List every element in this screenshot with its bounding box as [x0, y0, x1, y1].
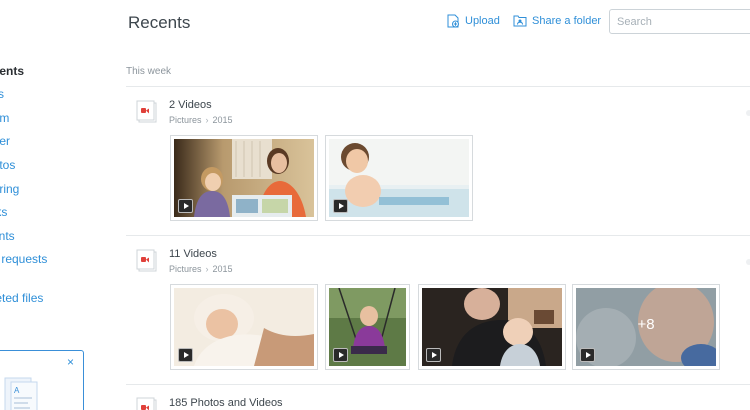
- upsell-card: × A: [0, 350, 84, 410]
- upload-label: Upload: [465, 15, 500, 27]
- breadcrumb-item[interactable]: 2015: [213, 264, 233, 274]
- sidebar-item-sharing[interactable]: haring: [0, 182, 19, 196]
- divider: [126, 235, 750, 236]
- video-preview: [422, 288, 562, 366]
- video-thumbnail[interactable]: [170, 135, 318, 221]
- file-upload-icon: [447, 14, 459, 28]
- group-title[interactable]: 185 Photos and Videos: [169, 397, 283, 409]
- more-options-icon[interactable]: [746, 259, 750, 265]
- divider: [126, 86, 750, 87]
- video-thumbnail[interactable]: [418, 284, 566, 370]
- play-icon: [178, 199, 193, 213]
- close-icon[interactable]: ×: [67, 356, 74, 368]
- play-icon: [178, 348, 193, 362]
- video-preview: [174, 288, 314, 366]
- sidebar-item-photos[interactable]: hotos: [0, 158, 15, 172]
- group-title[interactable]: 11 Videos: [169, 248, 217, 260]
- share-folder-button[interactable]: Share a folder: [513, 14, 601, 27]
- video-file-icon[interactable]: [136, 397, 158, 410]
- upload-button[interactable]: Upload: [447, 14, 500, 28]
- page-title: Recents: [128, 13, 191, 32]
- section-label-this-week: This week: [126, 66, 172, 77]
- share-folder-label: Share a folder: [532, 14, 602, 27]
- sidebar-item-file-requests[interactable]: ile requests: [0, 252, 47, 266]
- sidebar-item-paper[interactable]: aper: [0, 134, 10, 148]
- breadcrumb-item[interactable]: Pictures: [169, 264, 202, 274]
- breadcrumb: Pictures › 2015: [169, 115, 233, 125]
- video-preview: [329, 139, 469, 217]
- video-thumbnail[interactable]: [325, 135, 473, 221]
- video-file-icon[interactable]: [136, 100, 158, 124]
- search-input[interactable]: [609, 9, 750, 34]
- video-file-icon[interactable]: [136, 249, 158, 273]
- svg-text:A: A: [14, 386, 20, 395]
- more-videos-thumbnail[interactable]: +8: [572, 284, 720, 370]
- sidebar-item-events[interactable]: vents: [0, 229, 15, 243]
- group-title[interactable]: 2 Videos: [169, 99, 212, 111]
- sidebar-item-links[interactable]: inks: [0, 205, 7, 219]
- more-options-icon[interactable]: [746, 110, 750, 116]
- sidebar-item-files[interactable]: iles: [0, 87, 4, 101]
- video-thumbnail[interactable]: [325, 284, 410, 370]
- breadcrumb-item[interactable]: Pictures: [169, 115, 202, 125]
- documents-illustration-icon: A: [4, 377, 38, 410]
- video-preview: [174, 139, 314, 217]
- sidebar-item-team[interactable]: eam: [0, 111, 9, 125]
- more-count: +8: [637, 316, 655, 333]
- chevron-right-icon: ›: [205, 264, 209, 274]
- video-preview: +8: [576, 288, 716, 366]
- play-icon: [333, 199, 348, 213]
- play-icon: [426, 348, 441, 362]
- chevron-right-icon: ›: [205, 115, 209, 125]
- sidebar-item-recents[interactable]: ecents: [0, 64, 24, 78]
- sidebar-item-deleted-files[interactable]: eleted files: [0, 291, 43, 305]
- breadcrumb-item[interactable]: 2015: [213, 115, 233, 125]
- play-icon: [333, 348, 348, 362]
- shared-folder-icon: [513, 15, 527, 27]
- sidebar: ecents iles eam aper hotos haring inks v…: [0, 0, 112, 410]
- breadcrumb: Pictures › 2015: [169, 264, 233, 274]
- play-icon: [580, 348, 595, 362]
- video-preview: [329, 288, 406, 366]
- video-thumbnail[interactable]: [170, 284, 318, 370]
- divider: [126, 384, 750, 385]
